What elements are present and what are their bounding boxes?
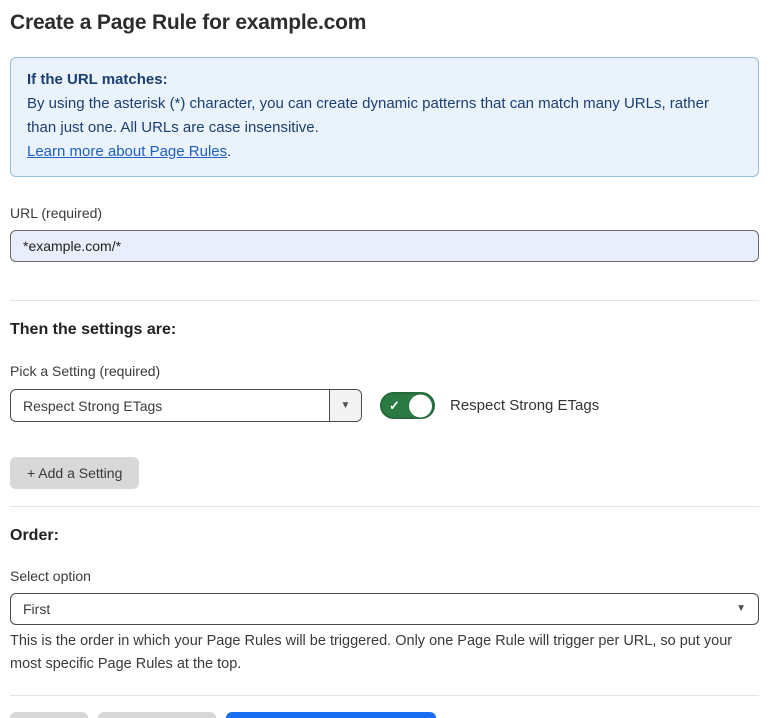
info-box-link-line: Learn more about Page Rules. [27,140,742,164]
chevron-down-icon: ▼ [736,604,746,614]
setting-row: Respect Strong ETags ▼ ✓ Respect Strong … [10,389,759,422]
order-select-label: Select option [10,568,759,584]
divider [10,506,759,507]
setting-toggle-label: Respect Strong ETags [450,397,599,414]
form-actions: Cancel Save as Draft Save and Deploy Pag… [10,712,759,718]
cancel-button[interactable]: Cancel [10,712,88,718]
pick-setting-label: Pick a Setting (required) [10,363,759,379]
settings-section-heading: Then the settings are: [10,321,759,339]
save-as-draft-button[interactable]: Save as Draft [98,712,217,718]
toggle-knob [409,394,432,417]
order-section-heading: Order: [10,527,759,545]
save-and-deploy-button[interactable]: Save and Deploy Page Rule [226,712,436,718]
info-box-body: By using the asterisk (*) character, you… [27,92,727,140]
setting-toggle[interactable]: ✓ [380,392,435,419]
order-select[interactable]: First ▼ [10,593,759,625]
url-field-label: URL (required) [10,205,759,221]
url-input[interactable] [10,230,759,262]
add-setting-button[interactable]: + Add a Setting [10,457,139,489]
check-icon: ✓ [389,399,400,412]
url-matches-info-box: If the URL matches: By using the asteris… [10,57,759,177]
setting-select[interactable]: Respect Strong ETags ▼ [10,389,362,422]
order-help-text: This is the order in which your Page Rul… [10,630,755,676]
page-title: Create a Page Rule for example.com [10,11,759,35]
learn-more-link[interactable]: Learn more about Page Rules [27,143,227,160]
setting-select-value: Respect Strong ETags [11,390,329,421]
create-page-rule-form: Create a Page Rule for example.com If th… [0,0,769,718]
divider [10,695,759,696]
link-period: . [227,143,231,160]
divider [10,300,759,301]
info-box-heading: If the URL matches: [27,68,742,92]
setting-select-arrow-button[interactable]: ▼ [329,390,361,421]
chevron-down-icon: ▼ [341,401,351,411]
order-select-value: First [23,601,736,617]
